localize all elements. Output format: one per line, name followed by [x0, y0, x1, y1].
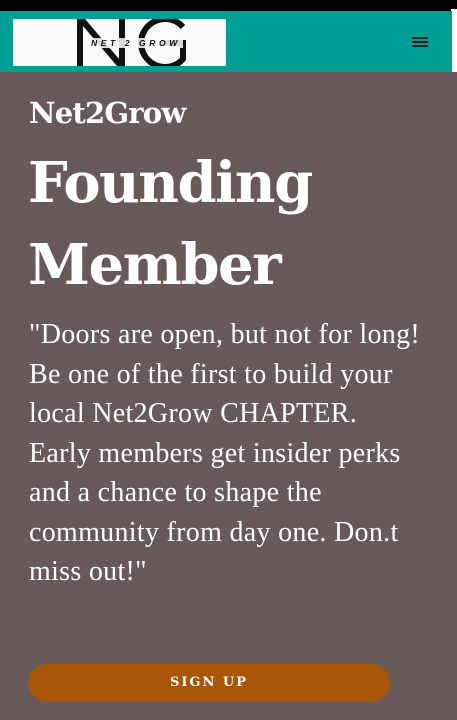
sign-up-button[interactable]: SIGN UP — [28, 664, 390, 702]
menu-button[interactable] — [404, 28, 434, 56]
page: NET 2 GROW Net2Grow Founding Member "Doo… — [0, 0, 457, 720]
menu-bar-icon — [412, 41, 428, 43]
hero-kicker: Net2Grow — [29, 96, 186, 130]
menu-bar-icon — [412, 45, 428, 47]
logo-text: NET 2 GROW — [89, 38, 183, 48]
hero-body: "Doors are open, but not for long! Be on… — [29, 319, 420, 587]
hero-title: Founding Member — [28, 150, 313, 298]
menu-bar-icon — [412, 37, 428, 39]
status-bar — [0, 0, 457, 11]
site-logo[interactable]: NET 2 GROW — [13, 19, 226, 66]
header-edge — [452, 11, 457, 72]
